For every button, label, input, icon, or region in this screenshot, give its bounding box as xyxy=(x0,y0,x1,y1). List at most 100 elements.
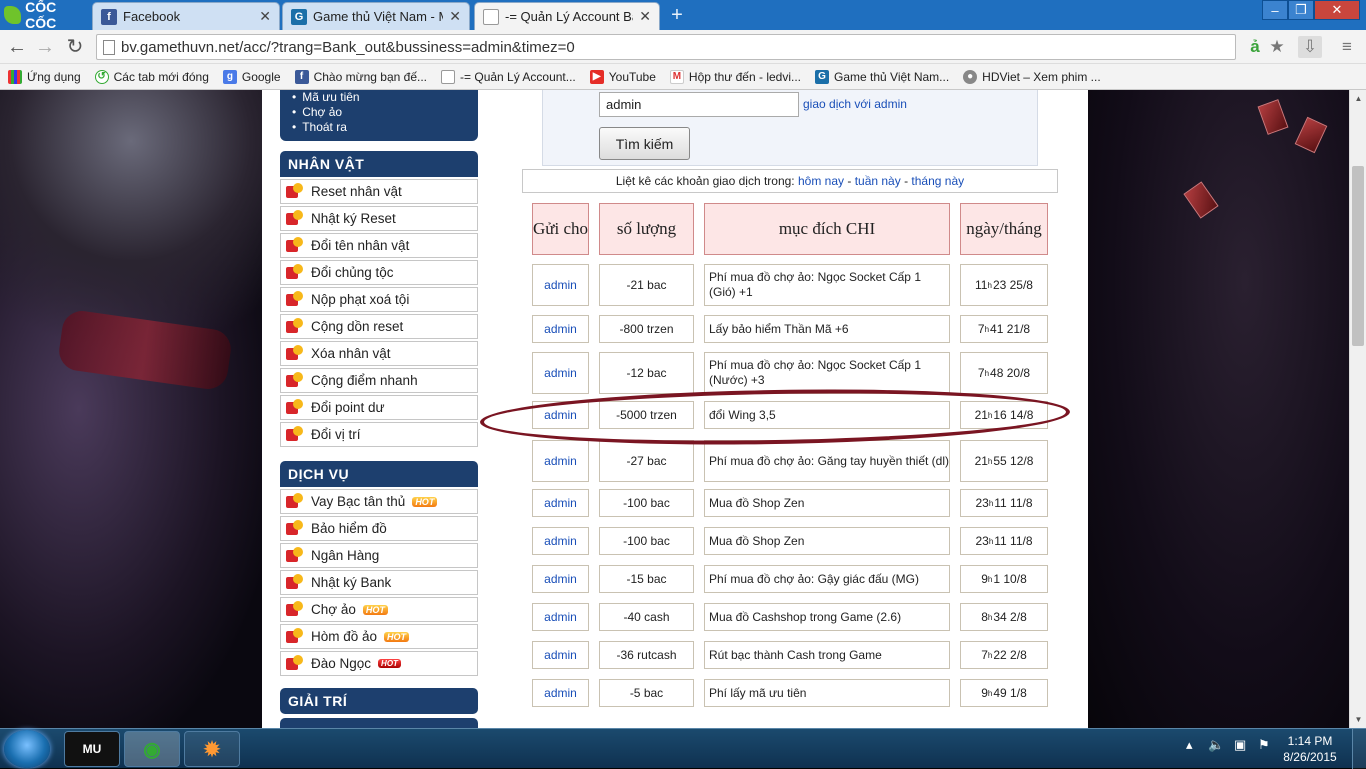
menu-reset-log[interactable]: Nhật ký Reset xyxy=(280,206,478,231)
scroll-up-icon[interactable]: ▲ xyxy=(1350,90,1366,107)
tab-account-manager[interactable]: -= Quản Lý Account Bá Vư ✕ xyxy=(474,2,660,30)
menu-pay-fine[interactable]: Nộp phạt xoá tội xyxy=(280,287,478,312)
menu-delete-character[interactable]: Xóa nhân vật xyxy=(280,341,478,366)
link-logout[interactable]: Thoát ra xyxy=(292,120,478,135)
row-recipient[interactable]: admin xyxy=(532,401,589,429)
reload-icon[interactable]: ↻ xyxy=(64,36,86,58)
system-clock[interactable]: 1:14 PM 8/26/2015 xyxy=(1276,733,1344,765)
bookmark-label: Game thủ Việt Nam... xyxy=(834,69,950,84)
tab-gamethu[interactable]: G Game thủ Việt Nam - MU O ✕ xyxy=(282,2,470,30)
bookmark-google[interactable]: g Google xyxy=(222,69,281,84)
row-purpose: Phí mua đồ chợ ảo: Ngọc Socket Cấp 1 (Gi… xyxy=(704,264,950,306)
hot-badge: HOT xyxy=(412,496,438,507)
minimize-button[interactable]: – xyxy=(1262,0,1288,20)
page-icon xyxy=(103,39,115,55)
menu-virtual-chest[interactable]: Hòm đồ ảo HOT xyxy=(280,624,478,649)
bookmark-facebook[interactable]: f Chào mừng bạn đế... xyxy=(294,69,427,84)
menu-rename-character[interactable]: Đổi tên nhân vật xyxy=(280,233,478,258)
new-tab-button[interactable]: + xyxy=(666,5,688,26)
address-bar[interactable]: bv.gamethuvn.net/acc/?trang=Bank_out&bus… xyxy=(96,34,1236,60)
close-tab-icon[interactable]: ✕ xyxy=(259,8,271,25)
menu-reset-character[interactable]: Reset nhân vật xyxy=(280,179,478,204)
username-search-input[interactable] xyxy=(599,92,799,117)
coccoc-dict-icon[interactable]: ả xyxy=(1244,36,1266,58)
menu-icon[interactable]: ≡ xyxy=(1336,36,1358,58)
menu-gem-mining[interactable]: Đào Ngọc HOT xyxy=(280,651,478,676)
menu-quick-points[interactable]: Cộng điểm nhanh xyxy=(280,368,478,393)
row-recipient[interactable]: admin xyxy=(532,315,589,343)
bookmark-gmail[interactable]: M Hộp thư đến - ledvi... xyxy=(669,69,801,84)
flag-icon[interactable]: ⚑ xyxy=(1258,737,1270,753)
vertical-scrollbar[interactable]: ▲ ▼ xyxy=(1349,90,1366,728)
row-purpose: Lấy bảo hiểm Thần Mã +6 xyxy=(704,315,950,343)
date-hour: 9 xyxy=(981,572,988,586)
row-recipient[interactable]: admin xyxy=(532,679,589,707)
row-recipient[interactable]: admin xyxy=(532,440,589,482)
account-links: Mã ưu tiên Chợ ảo Thoát ra xyxy=(280,90,478,141)
row-recipient[interactable]: admin xyxy=(532,565,589,593)
bookmark-hdviet[interactable]: ● HDViet – Xem phim ... xyxy=(963,69,1101,84)
volume-icon[interactable]: 🔈 xyxy=(1208,737,1224,753)
menu-item-icon xyxy=(285,263,305,282)
bookmark-apps[interactable]: Ứng dụng xyxy=(8,69,81,84)
date-hour: 8 xyxy=(981,610,988,624)
row-recipient[interactable]: admin xyxy=(532,603,589,631)
menu-item-icon xyxy=(285,519,305,538)
menu-item-icon xyxy=(285,290,305,309)
period-week-link[interactable]: tuần này xyxy=(855,174,901,188)
section-title-services: DỊCH VỤ xyxy=(280,461,478,487)
page-icon xyxy=(441,69,456,84)
download-icon[interactable]: ⇩ xyxy=(1298,36,1322,58)
row-recipient[interactable]: admin xyxy=(532,489,589,517)
row-recipient[interactable]: admin xyxy=(532,352,589,394)
menu-item-icon xyxy=(285,546,305,565)
start-button[interactable] xyxy=(4,730,50,768)
row-recipient[interactable]: admin xyxy=(532,527,589,555)
taskbar-app-game[interactable]: ✹ xyxy=(184,731,240,767)
date-rest: 23 25/8 xyxy=(992,278,1033,292)
transactions-with-link[interactable]: giao dịch với admin xyxy=(803,97,907,111)
link-priority-code[interactable]: Mã ưu tiên xyxy=(292,90,478,105)
close-tab-icon[interactable]: ✕ xyxy=(449,8,461,25)
tab-facebook[interactable]: f Facebook ✕ xyxy=(92,2,280,30)
bookmark-account-manager[interactable]: -= Quản Lý Account... xyxy=(441,69,576,84)
menu-item-icon xyxy=(285,398,305,417)
period-month-link[interactable]: tháng này xyxy=(911,174,964,188)
coccoc-menu-button[interactable]: CỐC CỐC xyxy=(0,0,88,31)
forward-arrow-icon[interactable]: → xyxy=(34,36,56,58)
menu-exchange-points[interactable]: Đổi point dư xyxy=(280,395,478,420)
bookmark-recent-tabs[interactable]: ↺ Các tab mới đóng xyxy=(94,69,209,84)
site-content: Mã ưu tiên Chợ ảo Thoát ra NHÂN VẬT Rese… xyxy=(262,90,1088,728)
network-icon[interactable]: ▣ xyxy=(1234,737,1246,753)
menu-accumulate-reset[interactable]: Cộng dồn reset xyxy=(280,314,478,339)
menu-bank-log[interactable]: Nhật ký Bank xyxy=(280,570,478,595)
menu-newbie-loan[interactable]: Vay Bạc tân thủ HOT xyxy=(280,489,478,514)
maximize-button[interactable]: ❐ xyxy=(1288,0,1314,20)
menu-virtual-market[interactable]: Chợ ảo HOT xyxy=(280,597,478,622)
menu-bank[interactable]: Ngân Hàng xyxy=(280,543,478,568)
scroll-down-icon[interactable]: ▼ xyxy=(1350,711,1366,728)
bookmark-youtube[interactable]: ▶ YouTube xyxy=(589,69,656,84)
show-desktop-button[interactable] xyxy=(1352,729,1366,769)
menu-change-location[interactable]: Đổi vị trí xyxy=(280,422,478,447)
star-icon[interactable]: ★ xyxy=(1266,36,1288,58)
search-button[interactable]: Tìm kiếm xyxy=(599,127,690,160)
taskbar-app-coccoc[interactable]: ◉ xyxy=(124,731,180,767)
date-hour: 11 xyxy=(975,278,988,292)
row-recipient[interactable]: admin xyxy=(532,641,589,669)
menu-change-race[interactable]: Đổi chủng tộc xyxy=(280,260,478,285)
period-today-link[interactable]: hôm nay xyxy=(798,174,844,188)
row-date: 9 h 49 1/8 xyxy=(960,679,1048,707)
back-arrow-icon[interactable]: ← xyxy=(6,36,28,58)
link-virtual-market[interactable]: Chợ ảo xyxy=(292,105,478,120)
hour-marker: h xyxy=(987,456,993,466)
close-window-button[interactable]: ✕ xyxy=(1314,0,1360,20)
menu-item-insurance[interactable]: Bảo hiểm đồ xyxy=(280,516,478,541)
close-tab-icon[interactable]: ✕ xyxy=(639,8,651,25)
bookmark-gamethu[interactable]: G Game thủ Việt Nam... xyxy=(815,69,950,84)
date-rest: 49 1/8 xyxy=(993,686,1027,700)
taskbar-app-mu[interactable]: MU xyxy=(64,731,120,767)
tray-arrow-icon[interactable]: ▴ xyxy=(1186,737,1193,753)
row-recipient[interactable]: admin xyxy=(532,264,589,306)
scroll-thumb[interactable] xyxy=(1352,166,1364,346)
